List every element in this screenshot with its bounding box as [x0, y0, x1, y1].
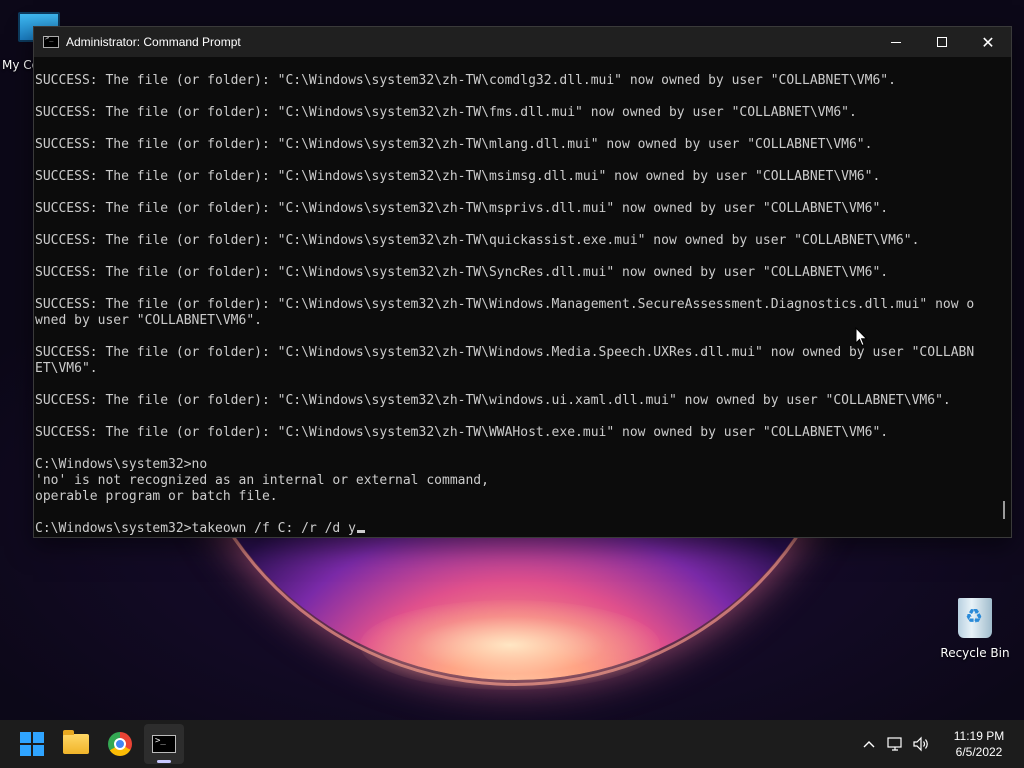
minimize-button[interactable] — [873, 27, 919, 57]
window-titlebar[interactable]: Administrator: Command Prompt ✕ — [34, 27, 1011, 57]
close-button[interactable]: ✕ — [965, 27, 1011, 57]
console-line: SUCCESS: The file (or folder): "C:\Windo… — [35, 297, 975, 312]
console-prompt-line[interactable]: C:\Windows\system32>takeown /f C: /r /d … — [35, 521, 1000, 537]
console-line: SUCCESS: The file (or folder): "C:\Windo… — [35, 425, 889, 440]
command-prompt-icon — [152, 735, 176, 753]
console-line: SUCCESS: The file (or folder): "C:\Windo… — [35, 201, 889, 216]
file-explorer-icon — [63, 730, 89, 754]
taskbar: 11:19 PM 6/5/2022 — [0, 720, 1024, 768]
console-line: SUCCESS: The file (or folder): "C:\Windo… — [35, 345, 975, 360]
console-line: SUCCESS: The file (or folder): "C:\Windo… — [35, 265, 889, 280]
start-icon — [20, 732, 44, 756]
maximize-button[interactable] — [919, 27, 965, 57]
console-line: SUCCESS: The file (or folder): "C:\Windo… — [35, 137, 873, 152]
taskbar-file-explorer[interactable] — [56, 724, 96, 764]
console-line: SUCCESS: The file (or folder): "C:\Windo… — [35, 169, 881, 184]
network-icon — [887, 737, 902, 751]
console-line: SUCCESS: The file (or folder): "C:\Windo… — [35, 73, 896, 88]
command-prompt-icon[interactable] — [43, 34, 59, 48]
volume-icon — [913, 736, 928, 752]
volume-button[interactable] — [908, 729, 934, 759]
window-title: Administrator: Command Prompt — [66, 35, 241, 49]
text-cursor — [356, 530, 365, 533]
console-line: operable program or batch file. — [35, 489, 278, 504]
close-icon: ✕ — [981, 32, 995, 52]
console-line: 'no' is not recognized as an internal or… — [35, 473, 489, 488]
show-desktop-button[interactable] — [1018, 720, 1024, 768]
taskbar-clock[interactable]: 11:19 PM 6/5/2022 — [940, 728, 1018, 760]
chevron-up-icon — [863, 741, 875, 748]
wallpaper-glow — [360, 600, 660, 690]
command-prompt-window[interactable]: Administrator: Command Prompt ✕ SUCCESS:… — [33, 26, 1012, 538]
console-line: C:\Windows\system32>no — [35, 457, 208, 472]
maximize-icon — [937, 37, 947, 47]
network-button[interactable] — [882, 729, 908, 759]
console-scrollbar[interactable] — [1003, 501, 1005, 519]
console-output[interactable]: SUCCESS: The file (or folder): "C:\Windo… — [34, 57, 1000, 537]
window-controls: ✕ — [873, 27, 1011, 57]
taskbar-command-prompt[interactable] — [144, 724, 184, 764]
console-line: ET\VM6". — [35, 361, 98, 376]
desktop-icon-label: Recycle Bin — [940, 646, 1010, 660]
show-hidden-icons-button[interactable] — [856, 729, 882, 759]
console-line: SUCCESS: The file (or folder): "C:\Windo… — [35, 233, 920, 248]
minimize-icon — [891, 41, 901, 43]
start-button[interactable] — [12, 724, 52, 764]
console-line: SUCCESS: The file (or folder): "C:\Windo… — [35, 105, 857, 120]
console-line: SUCCESS: The file (or folder): "C:\Windo… — [35, 393, 951, 408]
taskbar-chrome[interactable] — [100, 724, 140, 764]
recycle-bin-icon — [958, 598, 992, 638]
system-tray: 11:19 PM 6/5/2022 — [856, 720, 1024, 768]
console-input[interactable]: takeown /f C: /r /d y — [192, 521, 356, 536]
desktop-icon-recycle-bin[interactable]: Recycle Bin — [940, 596, 1010, 660]
console-prompt: C:\Windows\system32> — [35, 521, 192, 536]
chrome-icon — [108, 732, 132, 756]
clock-date: 6/5/2022 — [955, 745, 1003, 759]
clock-time: 11:19 PM — [953, 729, 1005, 743]
